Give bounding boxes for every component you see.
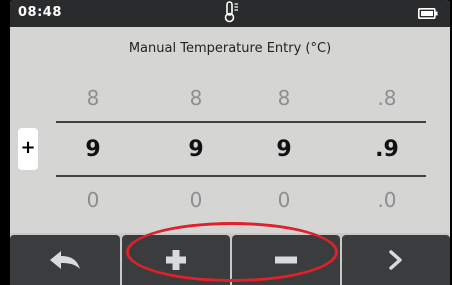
next-button[interactable] (342, 235, 450, 285)
digit-selected-4[interactable]: .9 (362, 137, 412, 162)
digit-below-1[interactable]: 0 (68, 188, 118, 212)
decrement-button[interactable] (232, 235, 340, 285)
status-time: 08:48 (18, 5, 62, 20)
softkey-bar (10, 233, 450, 285)
thermometer-icon (224, 1, 238, 23)
digit-below-3[interactable]: 0 (259, 188, 309, 212)
digit-selected-3[interactable]: 9 (259, 137, 309, 162)
digit-row-above: 8 8 8 .8 (10, 86, 450, 116)
digit-above-4[interactable]: .8 (362, 86, 412, 110)
battery-icon (418, 8, 438, 19)
digit-above-2[interactable]: 8 (171, 86, 221, 110)
digit-above-3[interactable]: 8 (259, 86, 309, 110)
minus-icon (275, 256, 297, 264)
selection-line-top (56, 121, 426, 123)
digit-below-4[interactable]: .0 (362, 188, 412, 212)
increment-button[interactable] (122, 235, 230, 285)
status-bar: 08:48 (10, 0, 450, 27)
digit-row-selected: 9 9 9 .9 (10, 137, 450, 167)
digit-selected-1[interactable]: 9 (68, 137, 118, 162)
page-title: Manual Temperature Entry (°C) (128, 41, 332, 56)
digit-above-1[interactable]: 8 (68, 86, 118, 110)
digit-row-below: 0 0 0 .0 (10, 188, 450, 218)
back-button[interactable] (10, 235, 120, 285)
digit-below-2[interactable]: 0 (171, 188, 221, 212)
plus-icon (166, 250, 186, 270)
selection-line-bottom (56, 175, 426, 177)
chevron-right-icon (389, 250, 402, 270)
back-arrow-icon (50, 251, 80, 269)
digit-selected-2[interactable]: 9 (171, 137, 221, 162)
device-screen: 08:48 Manual Temperature Entry (°C) 8 8 … (10, 0, 450, 285)
